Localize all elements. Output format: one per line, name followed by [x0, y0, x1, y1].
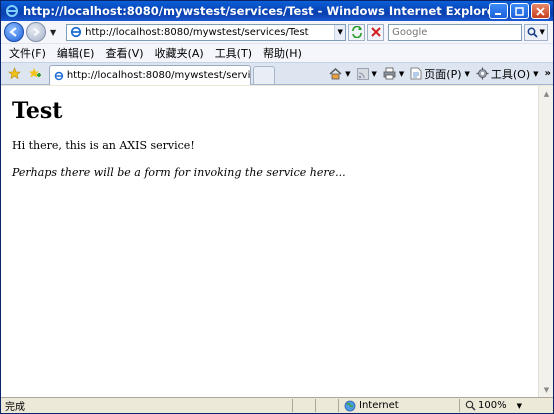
search-button[interactable]: ▼	[524, 23, 549, 41]
status-cell	[317, 399, 337, 412]
feeds-icon	[356, 67, 369, 80]
status-divider	[459, 399, 460, 412]
add-favorite-icon	[28, 68, 41, 78]
page-content: Test Hi there, this is an AXIS service! …	[1, 86, 538, 397]
page-icon	[410, 67, 422, 80]
back-button[interactable]	[4, 22, 24, 42]
search-input[interactable]	[392, 26, 522, 38]
menu-edit[interactable]: 编辑(E)	[57, 45, 95, 61]
more-commands-chevron-icon[interactable]: »	[545, 68, 551, 79]
printer-icon	[383, 67, 396, 80]
menu-tools[interactable]: 工具(T)	[215, 45, 252, 61]
status-divider	[338, 399, 339, 412]
maximize-button[interactable]	[510, 3, 529, 19]
zoom-control[interactable]: 100% ▼	[461, 400, 522, 411]
window-controls	[489, 3, 550, 19]
tools-menu-button[interactable]: 工具(O) ▼	[476, 66, 539, 82]
new-tab-button[interactable]	[253, 66, 275, 84]
address-url[interactable]: http://localhost:8080/mywstest/services/…	[85, 27, 334, 38]
tab-label: http://localhost:8080/mywstest/services/…	[66, 70, 250, 81]
back-arrow-icon	[9, 27, 17, 37]
tab-bar: http://localhost:8080/mywstest/services/…	[1, 62, 553, 85]
page-menu-label: 页面(P)	[424, 67, 462, 81]
tab-active[interactable]: http://localhost:8080/mywstest/services/…	[49, 65, 251, 85]
menu-favorites[interactable]: 收藏夹(A)	[155, 45, 204, 61]
favorites-button[interactable]	[6, 66, 22, 82]
search-box[interactable]	[388, 23, 523, 41]
address-dropdown[interactable]: ▼	[334, 24, 346, 40]
globe-icon	[344, 400, 356, 411]
status-bar: 完成 Internet 100% ▼	[1, 397, 553, 413]
forward-button[interactable]	[26, 22, 46, 42]
feeds-button[interactable]: ▼	[356, 67, 377, 80]
magnifier-icon	[528, 27, 539, 38]
page-ie-icon	[71, 26, 82, 38]
status-cell	[294, 399, 314, 412]
gear-icon	[476, 67, 489, 80]
history-dropdown[interactable]: ▼	[50, 28, 56, 37]
tools-menu-label: 工具(O)	[490, 67, 531, 81]
home-icon	[329, 68, 342, 80]
scroll-up-arrow-icon[interactable]: ▲	[540, 87, 553, 100]
minimize-button[interactable]	[489, 3, 508, 19]
close-button[interactable]	[531, 3, 550, 19]
menu-file[interactable]: 文件(F)	[9, 45, 46, 61]
vertical-scrollbar[interactable]: ▲ ▼	[538, 86, 553, 397]
ie-logo-icon	[5, 4, 19, 18]
status-divider	[315, 399, 316, 412]
title-bar[interactable]: http://localhost:8080/mywstest/services/…	[1, 1, 553, 21]
home-button[interactable]: ▼	[329, 67, 351, 80]
tab-ie-icon	[54, 71, 64, 80]
address-bar[interactable]: http://localhost:8080/mywstest/services/…	[66, 23, 347, 41]
refresh-button[interactable]	[348, 23, 366, 41]
address-toolbar: ▼ http://localhost:8080/mywstest/service…	[1, 21, 553, 43]
service-message: Hi there, this is an AXIS service!	[12, 139, 195, 152]
security-zone-label: Internet	[359, 400, 399, 411]
menu-bar: 文件(F) 编辑(E) 查看(V) 收藏夹(A) 工具(T) 帮助(H)	[1, 43, 553, 62]
zoom-level: 100%	[478, 400, 507, 411]
refresh-icon	[351, 26, 362, 38]
zoom-icon	[465, 400, 476, 411]
star-icon	[7, 67, 21, 80]
stop-button[interactable]	[367, 23, 385, 41]
scroll-down-arrow-icon[interactable]: ▼	[540, 383, 553, 396]
print-button[interactable]: ▼	[383, 67, 404, 80]
status-divider	[292, 399, 293, 412]
security-zone[interactable]: Internet	[340, 400, 458, 412]
menu-view[interactable]: 查看(V)	[105, 45, 143, 61]
page-menu-button[interactable]: 页面(P) ▼	[410, 66, 470, 82]
status-text: 完成	[5, 402, 25, 413]
stop-icon	[370, 27, 381, 37]
page-heading: Test	[12, 98, 63, 124]
add-favorites-button[interactable]	[27, 66, 43, 82]
command-bar: ▼ ▼ ▼ 页面(P) ▼ 工具(O) ▼ »	[323, 66, 551, 82]
menu-help[interactable]: 帮助(H)	[263, 45, 302, 61]
browser-window: http://localhost:8080/mywstest/services/…	[0, 0, 554, 414]
service-note: Perhaps there will be a form for invokin…	[12, 166, 346, 179]
forward-arrow-icon	[33, 28, 40, 36]
window-title: http://localhost:8080/mywstest/services/…	[23, 4, 489, 18]
